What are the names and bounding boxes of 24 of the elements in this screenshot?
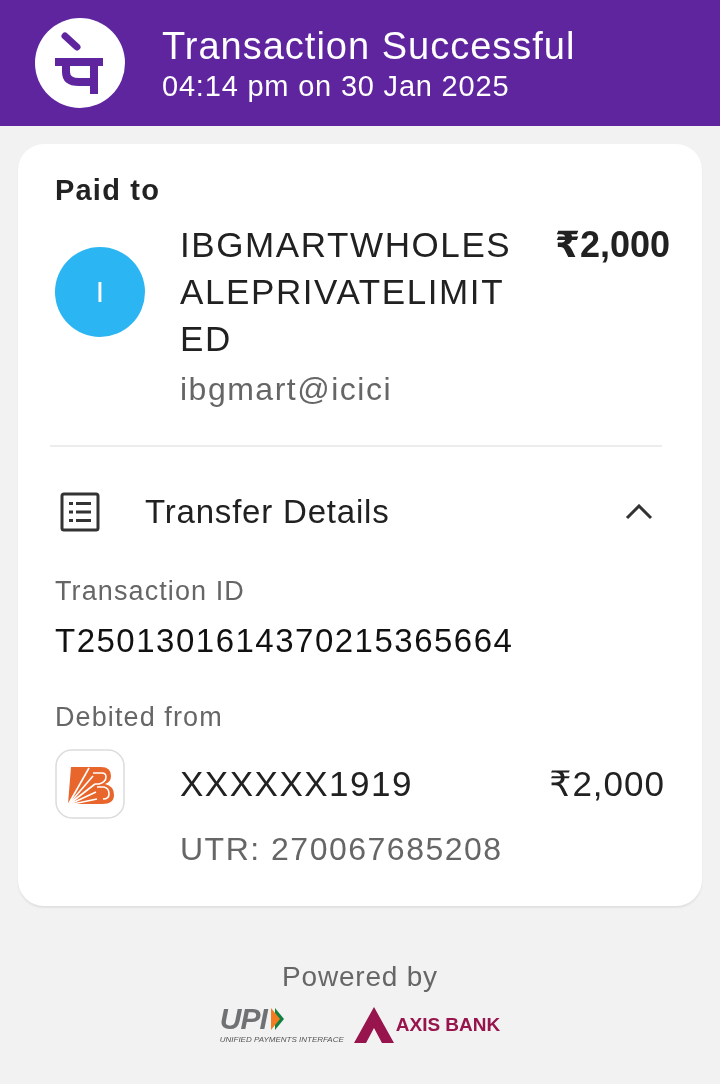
triangle-logo-icon [353,1006,394,1043]
bank-logo-icon [55,749,125,819]
arrow-logo-icon [270,1008,284,1030]
avatar: I [55,246,145,337]
transaction-time: 04:14 pm on 30 Jan 2025 [162,69,510,102]
field-label: Transaction ID [55,575,245,607]
utr-number: UTR: 270067685208 [180,830,503,868]
powered-by-label: Powered by [282,961,438,993]
field-label: Debited from [55,701,223,733]
paid-amount: ₹2,000 [555,223,671,267]
page-title: Transaction Successful [162,24,576,67]
list-icon [60,492,100,532]
logo-icon [35,18,125,108]
upi-wordmark: UPI [219,1005,267,1033]
paid-to-label: Paid to [55,173,161,207]
bank-name: AXIS BANK [395,1012,501,1037]
upi-id: ibgmart@icici [180,370,392,409]
section-title: Transfer Details [145,492,390,532]
account-number: XXXXXX1919 [180,763,413,805]
upi-tagline: UNIFIED PAYMENTS INTERFACE [219,1035,344,1044]
transaction-id: T2501301614370215365664 [55,622,514,660]
debited-amount: ₹2,000 [549,763,665,805]
chevron-up-icon[interactable] [625,504,653,520]
payee-name: IBGMARTWHOLESALEPRIVATELIMITED [180,224,513,360]
